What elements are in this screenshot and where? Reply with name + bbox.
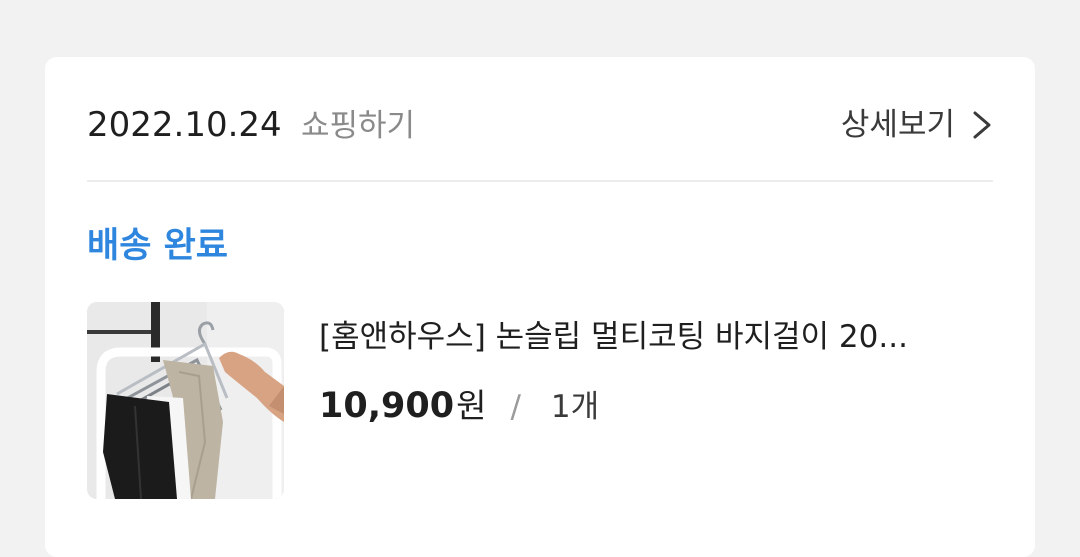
product-thumbnail[interactable] xyxy=(87,302,284,499)
order-card: 2022.10.24 쇼핑하기 상세보기 배송 완료 [홈앤하우스] 논슬립 멀… xyxy=(45,57,1035,557)
price-amount: 10,900 xyxy=(319,386,455,426)
view-details-link[interactable]: 상세보기 xyxy=(841,103,993,147)
view-details-label: 상세보기 xyxy=(840,107,955,143)
order-category: 쇼핑하기 xyxy=(301,108,416,144)
delivery-status: 배송 완료 xyxy=(87,226,228,266)
price-unit: 원 xyxy=(456,386,487,425)
price-separator: / xyxy=(510,389,521,425)
order-header: 2022.10.24 쇼핑하기 상세보기 xyxy=(87,57,993,182)
order-date: 2022.10.24 xyxy=(87,105,282,145)
chevron-right-icon xyxy=(973,111,991,139)
price-row: 10,900 원 / 1개 xyxy=(319,383,599,431)
product-name[interactable]: [홈앤하우스] 논슬립 멀티코팅 바지걸이 20... xyxy=(319,315,989,359)
item-quantity: 1개 xyxy=(550,389,600,425)
product-image xyxy=(87,302,284,499)
